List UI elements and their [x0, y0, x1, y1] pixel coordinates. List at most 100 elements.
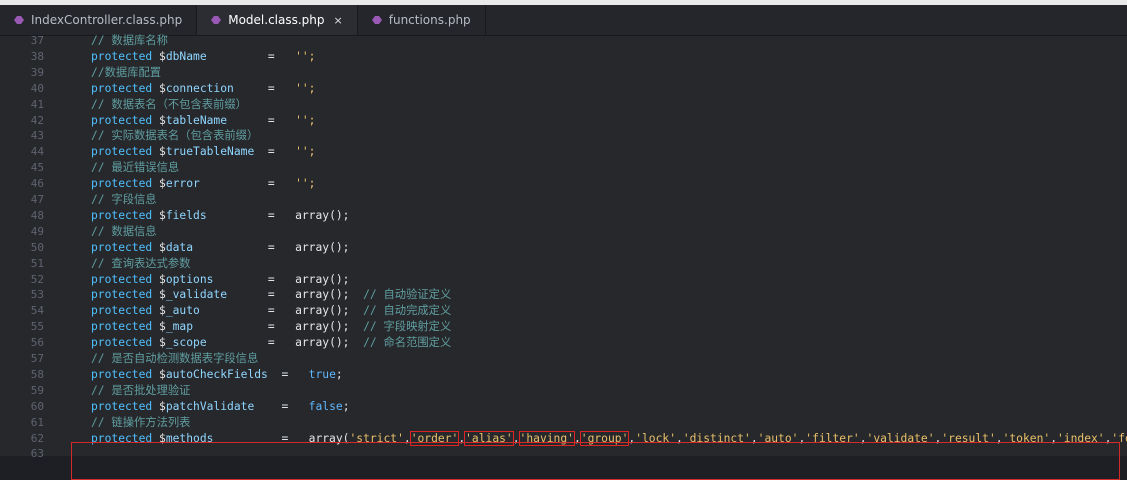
code-token: =	[213, 272, 296, 286]
code-token: false	[308, 399, 343, 413]
code-token: =	[254, 145, 296, 159]
code-token: // 链操作方法列表	[91, 415, 191, 429]
code-token: protected	[91, 336, 160, 350]
code-line: 37 // 数据库名称	[0, 33, 1127, 49]
tab-functions[interactable]: functions.php	[358, 5, 486, 35]
code-token: // 字段映射定义	[363, 320, 452, 334]
code-token: =	[213, 431, 309, 445]
code-token: $	[159, 288, 166, 302]
code-token: _auto	[165, 304, 200, 318]
code-token: protected	[91, 288, 160, 302]
code-token: =	[193, 320, 296, 334]
line-number: 52	[30, 272, 44, 286]
code-line: 49 // 数据信息	[0, 224, 1127, 240]
code-token: //数据库配置	[91, 65, 162, 79]
code-text: protected $_scope = array(); // 命名范围定义	[91, 335, 451, 351]
code-token: $	[159, 304, 166, 318]
code-token: _validate	[165, 288, 228, 302]
code-line: 53 protected $_validate = array(); // 自动验…	[0, 287, 1127, 303]
code-token: =	[227, 288, 296, 302]
line-number: 42	[30, 113, 44, 127]
code-line: 45 // 最近错误信息	[0, 160, 1127, 176]
line-number: 40	[30, 81, 44, 95]
code-token: fields	[165, 208, 207, 222]
code-token: $	[159, 208, 166, 222]
line-number: 62	[30, 431, 44, 445]
code-token: protected	[91, 208, 160, 222]
code-text: // 最近错误信息	[91, 160, 179, 176]
code-text: //数据库配置	[91, 65, 161, 81]
code-token: ,	[403, 431, 411, 445]
code-token: $	[159, 431, 166, 445]
tab-label: functions.php	[388, 13, 471, 27]
code-token: array();	[295, 288, 364, 302]
line-number: 60	[30, 399, 44, 413]
code-token: =	[267, 367, 309, 381]
code-token: '';	[295, 177, 316, 191]
code-token: // 数据信息	[91, 224, 157, 238]
line-number: 59	[30, 383, 44, 397]
code-token: ;	[335, 367, 343, 381]
code-token: protected	[91, 113, 160, 127]
code-token: autoCheckFields	[165, 367, 268, 381]
code-token: 'index'	[1057, 431, 1105, 445]
code-token: data	[165, 240, 194, 254]
code-token: patchValidate	[165, 399, 255, 413]
code-token: protected	[91, 49, 160, 63]
code-text: protected $_validate = array(); // 自动验证定…	[91, 287, 451, 303]
code-token: // 自动完成定义	[363, 304, 452, 318]
code-token: =	[254, 399, 309, 413]
code-token: '';	[295, 81, 316, 95]
code-token: ,	[676, 431, 683, 445]
code-text: // 数据库名称	[91, 33, 168, 49]
code-token: protected	[91, 272, 160, 286]
line-number: 39	[30, 65, 44, 79]
code-token: protected	[91, 320, 160, 334]
tab-index-controller[interactable]: IndexController.class.php	[0, 5, 198, 35]
code-token: $	[159, 81, 166, 95]
code-line: 61 // 链操作方法列表	[0, 415, 1127, 431]
code-token: '';	[295, 49, 316, 63]
code-token: 'strict'	[349, 431, 404, 445]
code-text: protected $options = array();	[91, 272, 349, 288]
code-token: =	[227, 113, 296, 127]
code-token: 'result'	[941, 431, 996, 445]
code-token: // 实际数据表名（包含表前缀）	[91, 129, 259, 143]
code-text: protected $fields = array();	[91, 208, 349, 224]
code-token: array();	[295, 240, 350, 254]
code-token: array();	[295, 272, 350, 286]
line-number: 46	[30, 177, 44, 191]
tab-label: Model.class.php	[228, 13, 325, 27]
code-token: $	[159, 145, 166, 159]
code-text: protected $connection = '';	[91, 81, 315, 97]
code-line: 38 protected $dbName = '';	[0, 49, 1127, 65]
code-line: 60 protected $patchValidate = false;	[0, 399, 1127, 415]
code-line: 52 protected $options = array();	[0, 272, 1127, 288]
code-token: protected	[91, 399, 160, 413]
code-token: protected	[91, 145, 160, 159]
line-number: 48	[30, 208, 44, 222]
code-token: methods	[165, 431, 214, 445]
code-text: // 字段信息	[91, 192, 157, 208]
code-line: 44 protected $trueTableName = '';	[0, 144, 1127, 160]
code-editor[interactable]: 37// 数据库名称 38 protected $dbName = ''; 39 //数…	[0, 33, 1127, 480]
code-token: dbName	[165, 49, 207, 63]
code-text: protected $data = array();	[91, 240, 350, 256]
code-line: 40 protected $connection = '';	[0, 81, 1127, 97]
code-token: =	[206, 49, 296, 63]
code-token: ,	[750, 431, 758, 445]
code-line: 57 // 是否自动检测数据表字段信息	[0, 351, 1127, 367]
code-token: // 字段信息	[91, 193, 157, 206]
code-token: 'auto'	[757, 431, 799, 445]
tab-model-class[interactable]: Model.class.php ×	[197, 5, 358, 35]
line-number: 53	[30, 288, 44, 302]
code-line: 58 protected $autoCheckFields = true;	[0, 367, 1127, 383]
highlighted-token: 'order'	[409, 430, 460, 446]
code-text: // 数据表名（不包含表前缀）	[91, 97, 247, 113]
code-line: 42 protected $tableName = '';	[0, 113, 1127, 129]
code-token: 'validate'	[866, 431, 935, 445]
code-line: 48 protected $fields = array();	[0, 208, 1127, 224]
code-text: // 数据信息	[91, 224, 157, 240]
code-token: protected	[91, 177, 160, 191]
close-icon[interactable]: ×	[334, 14, 343, 27]
